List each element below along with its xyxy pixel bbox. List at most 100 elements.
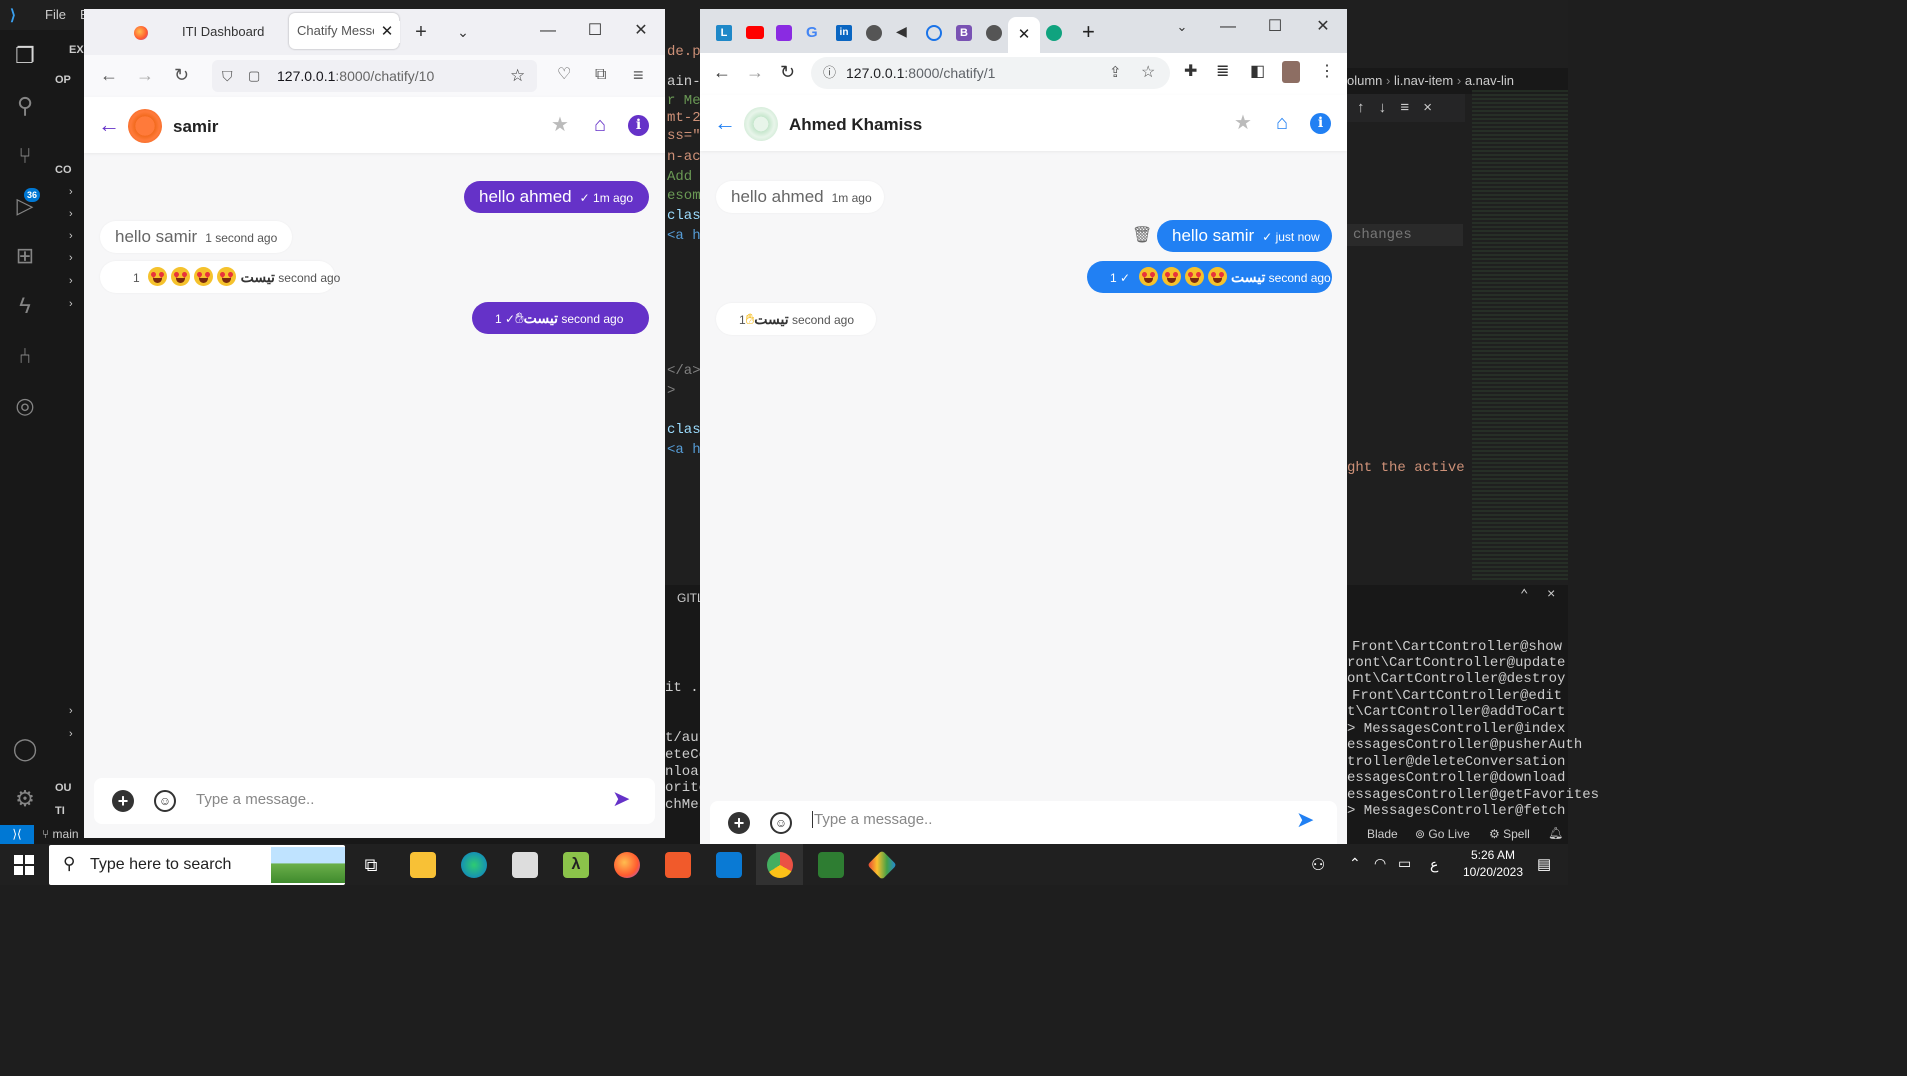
avatar[interactable] xyxy=(744,107,778,141)
tab-favicon-purple[interactable] xyxy=(776,25,792,41)
input-language[interactable]: ع xyxy=(1430,856,1438,873)
status-language[interactable]: Blade xyxy=(1367,827,1398,841)
tab-favicon[interactable]: L xyxy=(716,25,732,41)
profile-avatar[interactable] xyxy=(1282,61,1300,83)
url-text[interactable]: 127.0.0.1:8000/chatify/1 xyxy=(846,57,995,89)
tab-close-icon[interactable]: ✕ xyxy=(374,21,400,43)
active-tab-close-icon[interactable]: ✕ xyxy=(1008,17,1040,53)
back-icon[interactable]: ← xyxy=(100,59,118,91)
minimize-icon[interactable]: — xyxy=(1205,9,1251,45)
bell-icon[interactable]: 🔔︎ xyxy=(1548,826,1563,840)
url-text[interactable]: 127.0.0.1:8000/chatify/10 xyxy=(277,60,434,92)
people-icon[interactable]: ⚇ xyxy=(1311,855,1325,875)
git-kraken-icon[interactable] xyxy=(867,850,897,880)
tab-favicon-ring[interactable] xyxy=(926,25,942,41)
chevron-right-icon[interactable]: › xyxy=(69,728,73,740)
tray-chevron-icon[interactable]: ⌃ xyxy=(1349,855,1361,872)
message-input[interactable]: Type a message.. xyxy=(196,791,314,808)
maximize-icon[interactable]: ☐ xyxy=(572,13,618,49)
find-next-icon[interactable]: ↓ xyxy=(1379,99,1387,116)
star-icon[interactable]: ★ xyxy=(1231,111,1255,135)
delete-trash-icon[interactable]: 🗑︎ xyxy=(1132,225,1152,245)
notifications-icon[interactable]: ▤ xyxy=(1537,855,1551,873)
status-go-live[interactable]: ⊚ Go Live xyxy=(1415,827,1470,841)
taskbar-search[interactable]: ⚲ Type here to search xyxy=(49,845,345,885)
back-arrow-icon[interactable]: ← xyxy=(97,113,121,137)
files-icon[interactable]: ❐ xyxy=(11,42,39,70)
share-icon[interactable]: ⇪ xyxy=(1109,57,1122,89)
message-incoming[interactable]: hello samir 1 second ago xyxy=(100,221,292,253)
firefox-icon[interactable] xyxy=(614,852,640,878)
shield-icon[interactable]: ⛉ xyxy=(222,60,233,92)
task-view-icon[interactable]: ⧉ xyxy=(358,852,384,878)
chevron-right-icon[interactable]: › xyxy=(69,186,73,198)
audio-icon[interactable]: ◀︎ xyxy=(896,23,907,40)
reload-icon[interactable]: ↻ xyxy=(174,59,189,91)
firefox-urlbar[interactable]: ⛉ ▢ 127.0.0.1:8000/chatify/10 ☆ xyxy=(212,60,537,92)
attach-plus-icon[interactable]: + xyxy=(112,790,134,812)
chrome-menu-icon[interactable]: ⋮ xyxy=(1319,56,1335,88)
app-green-icon[interactable] xyxy=(818,852,844,878)
minimize-icon[interactable]: — xyxy=(525,13,571,49)
message-incoming[interactable]: hello ahmed 1m ago xyxy=(716,181,884,213)
settings-gear-icon[interactable]: ⚙ xyxy=(11,785,39,813)
back-arrow-icon[interactable]: ← xyxy=(713,111,737,135)
chevron-right-icon[interactable]: › xyxy=(69,208,73,220)
extensions-icon[interactable]: ⊞ xyxy=(11,242,39,270)
status-branch[interactable]: ⑂ main xyxy=(42,827,79,841)
bootstrap-icon[interactable]: B xyxy=(956,25,972,41)
wifi-icon[interactable]: ◠ xyxy=(1374,855,1386,872)
extensions-icon[interactable]: ⧉ xyxy=(595,59,606,91)
lambda-app-icon[interactable]: λ xyxy=(563,852,589,878)
forward-icon[interactable]: → xyxy=(136,59,154,91)
chevron-right-icon[interactable]: › xyxy=(69,705,73,717)
forward-icon[interactable]: → xyxy=(746,56,764,88)
site-info-icon[interactable]: ⓘ xyxy=(823,57,836,89)
message-outgoing[interactable]: hello ahmed ✓ 1m ago xyxy=(464,181,649,213)
emoji-picker-icon[interactable]: ☺ xyxy=(154,790,176,812)
git-graph-icon[interactable]: ⑃ xyxy=(11,342,39,370)
find-prev-icon[interactable]: ↑ xyxy=(1357,99,1365,116)
vscode-icon[interactable] xyxy=(716,852,742,878)
breadcrumb-item[interactable]: a.nav-lin xyxy=(1465,73,1514,88)
google-icon[interactable]: G xyxy=(806,24,818,41)
chevron-right-icon[interactable]: › xyxy=(69,298,73,310)
lightning-icon[interactable]: ϟ xyxy=(11,292,39,320)
message-outgoing[interactable]: hello samir ✓ just now xyxy=(1157,220,1332,252)
back-icon[interactable]: ← xyxy=(713,56,731,88)
bookmark-star-icon[interactable]: ☆ xyxy=(510,60,525,92)
close-window-icon[interactable]: ✕ xyxy=(618,13,664,49)
message-outgoing[interactable]: تيست✋︎✓ 1 second ago xyxy=(472,302,649,334)
globe-icon[interactable] xyxy=(986,25,1002,41)
breadcrumb-item[interactable]: li.nav-item xyxy=(1394,73,1453,88)
tab-firefox-home[interactable] xyxy=(122,14,168,50)
account-icon[interactable]: ◯ xyxy=(11,735,39,763)
send-icon[interactable]: ➤ xyxy=(1296,807,1314,833)
chevron-right-icon[interactable]: › xyxy=(69,275,73,287)
panel-maximize-icon[interactable]: ⌃ xyxy=(1520,587,1528,604)
clock[interactable]: 5:26 AM 10/20/2023 xyxy=(1460,847,1526,881)
list-tabs-icon[interactable]: ⌄ xyxy=(440,14,486,50)
remote-indicator-icon[interactable]: ⟩⟨ xyxy=(0,825,34,844)
file-explorer-icon[interactable] xyxy=(410,852,436,878)
chrome-omnibox[interactable]: ⓘ 127.0.0.1:8000/chatify/1 ⇪ ☆ xyxy=(811,57,1170,89)
chatgpt-icon[interactable] xyxy=(1046,25,1062,41)
breadcrumb-item[interactable]: olumn xyxy=(1347,73,1382,88)
star-icon[interactable]: ★ xyxy=(548,113,572,137)
message-outgoing[interactable]: تيست ✓ 1 second ago xyxy=(1087,261,1332,293)
minimap[interactable] xyxy=(1472,90,1568,580)
home-icon[interactable]: ⌂ xyxy=(588,113,612,137)
media-control-icon[interactable]: ≣ xyxy=(1216,56,1229,88)
new-tab-icon[interactable]: + xyxy=(398,14,444,50)
message-incoming[interactable]: تيست 1 second ago xyxy=(100,261,340,293)
app-icon[interactable] xyxy=(512,852,538,878)
message-input[interactable]: Type a message.. xyxy=(812,811,932,828)
send-icon[interactable]: ➤ xyxy=(612,786,630,812)
find-menu-icon[interactable]: ≡ xyxy=(1400,99,1409,116)
tab-iti-dashboard[interactable]: ITI Dashboard xyxy=(170,14,282,50)
chevron-right-icon[interactable]: › xyxy=(69,230,73,242)
search-icon[interactable]: ⚲ xyxy=(11,92,39,120)
message-incoming[interactable]: تيست✋︎1 second ago xyxy=(716,303,876,335)
find-close-icon[interactable]: × xyxy=(1423,99,1432,116)
close-window-icon[interactable]: ✕ xyxy=(1300,9,1346,45)
